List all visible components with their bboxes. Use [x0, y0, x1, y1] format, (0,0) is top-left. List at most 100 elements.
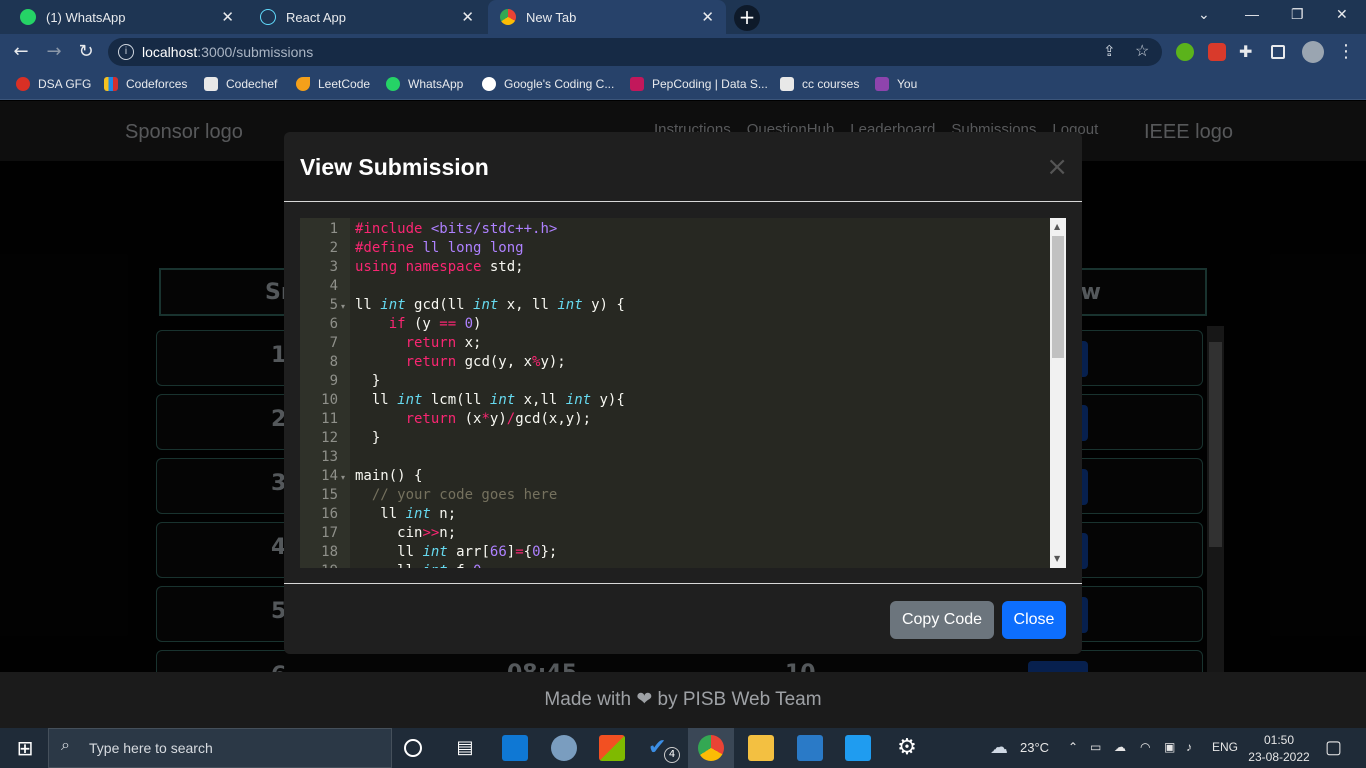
volume-icon[interactable]: ♪ [1186, 740, 1192, 754]
bookmark-pepcoding[interactable]: PepCoding | Data S... [630, 77, 768, 91]
share-icon[interactable]: ⇪ [1103, 42, 1116, 60]
code-line: return x; [405, 335, 482, 351]
windows-start-icon[interactable]: ⊞ [12, 735, 38, 761]
codechef-icon [204, 77, 218, 91]
tab-new-tab[interactable]: New Tab ✕ [488, 0, 726, 34]
code-line: ll int arr[66]={0}; [355, 544, 558, 560]
cortana-icon[interactable] [404, 739, 422, 757]
address-url: localhost:3000/submissions [142, 44, 314, 60]
new-tab-button[interactable]: + [734, 5, 760, 31]
scroll-down-icon[interactable]: ▼ [1054, 554, 1060, 563]
code-line: return gcd(y, x%y); [405, 354, 566, 370]
browser-toolbar: ← → ↻ i localhost:3000/submissions ⇪ ☆ ✚… [0, 34, 1366, 70]
extension-red-icon[interactable] [1208, 43, 1226, 61]
code-line: cin>>n; [355, 525, 457, 541]
battery-icon[interactable]: ▭ [1090, 740, 1101, 754]
fold-arrow-icon[interactable]: ▾ [341, 473, 345, 482]
editor-scrollbar[interactable]: ▲ ▼ [1050, 218, 1066, 568]
reload-icon[interactable]: ↻ [74, 40, 98, 64]
copy-code-button[interactable]: Copy Code [890, 601, 994, 639]
side-panel-icon[interactable] [1271, 45, 1285, 59]
notifications-icon[interactable]: ▢ [1325, 737, 1342, 758]
tab-react-app[interactable]: React App ✕ [248, 0, 486, 34]
wifi-icon[interactable]: ◠ [1140, 740, 1150, 754]
file-explorer-icon[interactable] [748, 735, 774, 761]
close-tab-icon[interactable]: ✕ [701, 8, 714, 26]
tab-label: React App [286, 9, 346, 25]
line-number: 6 [329, 316, 338, 332]
react-icon [260, 9, 276, 25]
line-number: 18 [321, 544, 338, 560]
whatsapp-icon [20, 9, 36, 25]
bookmark-codeforces[interactable]: Codeforces [104, 77, 187, 91]
code-line: #define ll long long [355, 240, 524, 256]
bookmark-you[interactable]: You [875, 77, 917, 91]
chrome-taskbar-button[interactable] [688, 728, 734, 768]
tab-label: (1) WhatsApp [46, 9, 126, 25]
close-tab-icon[interactable]: ✕ [221, 8, 234, 26]
photos-icon[interactable] [797, 735, 823, 761]
weather-temp[interactable]: 23°C [1020, 740, 1049, 755]
menu-kebab-icon[interactable]: ⋮ [1334, 40, 1358, 64]
fold-arrow-icon[interactable]: ▾ [341, 302, 345, 311]
tab-strip: (1) WhatsApp ✕ React App ✕ New Tab ✕ + ⌄… [0, 0, 1366, 34]
extensions-puzzle-icon[interactable]: ✚ [1239, 43, 1257, 61]
code-editor[interactable]: 12345▾67891011121314▾1516171819 #include… [300, 218, 1066, 568]
language-indicator[interactable]: ENG [1212, 740, 1238, 754]
store-icon[interactable] [599, 735, 625, 761]
bookmark-leetcode[interactable]: LeetCode [296, 77, 370, 91]
close-window-icon[interactable]: ✕ [1336, 6, 1348, 23]
tab-whatsapp[interactable]: (1) WhatsApp ✕ [8, 0, 246, 34]
task-view-icon[interactable]: ▤ [452, 735, 478, 761]
close-tab-icon[interactable]: ✕ [461, 8, 474, 26]
you-icon [875, 77, 889, 91]
heart-icon: ❤ [636, 689, 653, 710]
bookmark-cc-courses[interactable]: cc courses [780, 77, 859, 91]
code-line: ll int f 0 [355, 563, 481, 568]
line-number: 17 [321, 525, 338, 541]
code-line: return (x*y)/gcd(x,y); [405, 411, 592, 427]
todo-icon[interactable]: ✔ 4 [648, 735, 680, 763]
site-info-icon[interactable]: i [118, 44, 134, 60]
clock-date[interactable]: 23-08-2022 [1248, 750, 1310, 764]
close-button[interactable]: Close [1002, 601, 1066, 639]
forward-icon[interactable]: → [42, 40, 66, 64]
bookmark-whatsapp[interactable]: WhatsApp [386, 77, 463, 91]
line-number: 7 [329, 335, 338, 351]
view-submission-modal: View Submission × 1 2 3 4 5 ▾ 6 7 8 9 10 11 12 13 14 ▾ 1… [284, 132, 1082, 654]
bookmark-dsa-gfg[interactable]: DSA GFG [16, 77, 91, 91]
bookmark-codechef[interactable]: Codechef [204, 77, 277, 91]
weather-cloud-icon[interactable]: ☁ [990, 737, 1008, 758]
chrome-icon [500, 9, 516, 25]
paint-icon[interactable] [551, 735, 577, 761]
line-number: 3 [329, 259, 338, 275]
restore-icon[interactable]: ❐ [1291, 6, 1304, 23]
bookmark-star-icon[interactable]: ☆ [1135, 41, 1149, 61]
profile-avatar[interactable] [1302, 41, 1324, 63]
close-icon[interactable]: × [1046, 152, 1068, 182]
footer-suffix: by PISB Web Team [657, 689, 822, 710]
line-number: 14 [321, 468, 338, 484]
settings-gear-icon[interactable]: ⚙ [894, 735, 920, 761]
address-bar[interactable]: i localhost:3000/submissions ⇪ ☆ [108, 38, 1162, 66]
search-placeholder: Type here to search [89, 740, 213, 756]
mail-icon[interactable] [502, 735, 528, 761]
bookmark-google-coding[interactable]: Google's Coding C... [482, 77, 614, 91]
onedrive-cloud-icon[interactable]: ☁ [1114, 740, 1126, 754]
line-number: 10 [321, 392, 338, 408]
line-number: 5 [329, 297, 338, 313]
scroll-up-icon[interactable]: ▲ [1054, 222, 1060, 231]
back-icon[interactable]: ← [9, 40, 33, 64]
clock-time[interactable]: 01:50 [1250, 733, 1308, 747]
scrollbar-thumb[interactable] [1052, 236, 1064, 358]
taskbar-search[interactable]: ⌕ Type here to search [48, 728, 392, 768]
minimize-icon[interactable]: — [1245, 6, 1259, 22]
tab-search-icon[interactable]: ⌄ [1198, 6, 1210, 23]
code-line: ll int n; [355, 506, 457, 522]
vscode-icon[interactable] [845, 735, 871, 761]
extension-green-icon[interactable] [1176, 43, 1194, 61]
gmail-icon [16, 77, 30, 91]
code-line: ll int lcm(ll int x,ll int y){ [355, 392, 625, 408]
meet-icon[interactable]: ▣ [1164, 740, 1175, 754]
show-hidden-icons-icon[interactable]: ⌃ [1068, 740, 1078, 754]
